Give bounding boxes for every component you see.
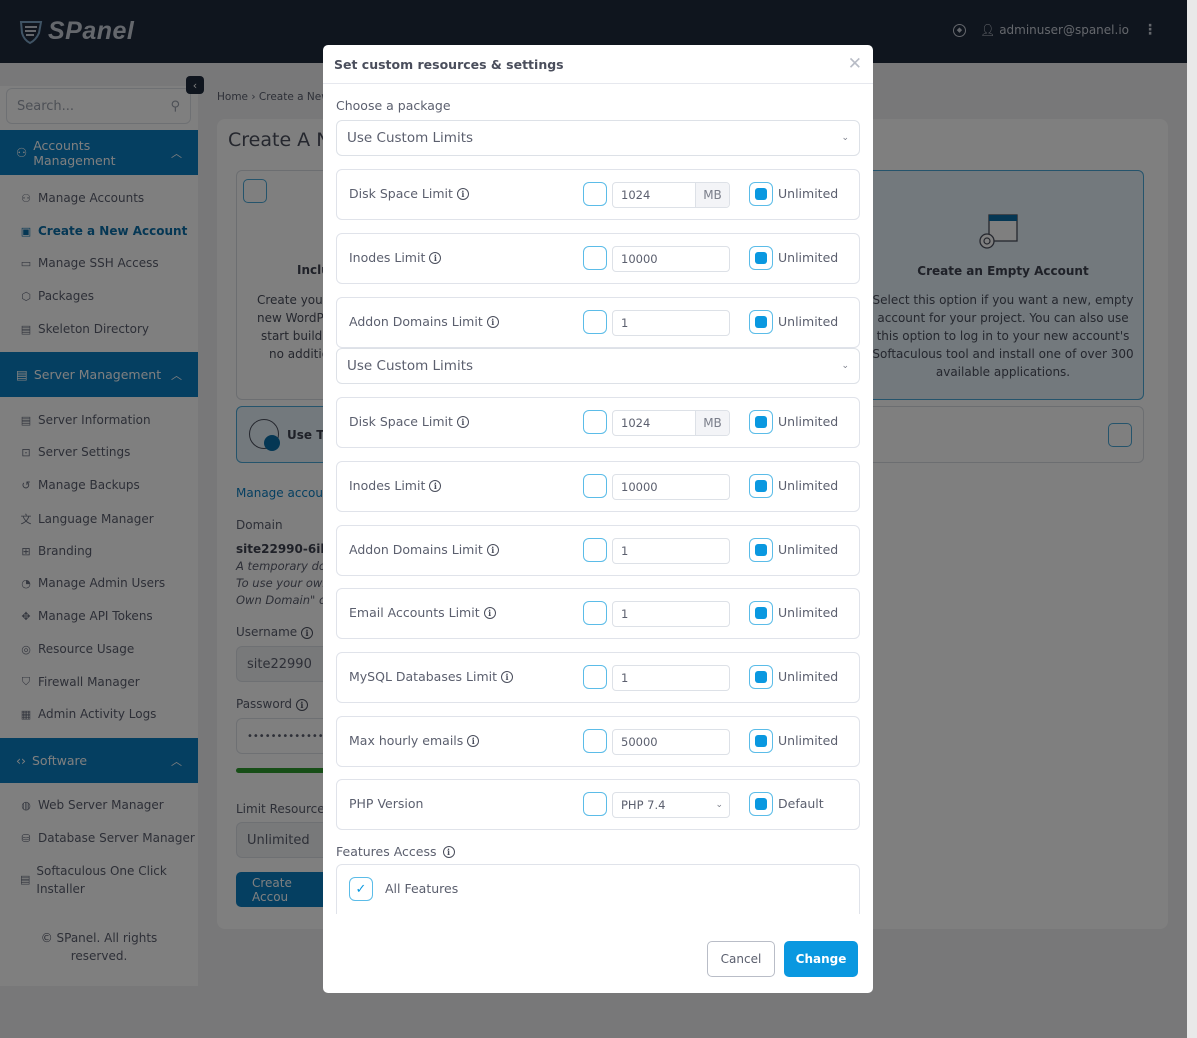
info-icon[interactable]: i: [429, 251, 442, 264]
info-icon[interactable]: i: [456, 415, 469, 428]
unlimited-label: Unlimited: [778, 414, 839, 429]
change-button[interactable]: Change: [784, 941, 858, 977]
info-icon[interactable]: i: [483, 606, 496, 619]
limit-enable-checkbox[interactable]: [583, 601, 607, 625]
modal-header: Set custom resources & settings ✕: [323, 45, 873, 84]
unlimited-label: Unlimited: [778, 542, 839, 557]
inodes-input[interactable]: 10000: [612, 474, 730, 500]
unlimited-label: Unlimited: [778, 669, 839, 684]
page-scrollbar[interactable]: [1187, 0, 1197, 1038]
limit-row-email-accounts: Email Accounts Limit i 1 Unlimited: [336, 588, 860, 639]
info-icon[interactable]: i: [442, 845, 455, 858]
limit-enable-checkbox[interactable]: [583, 665, 607, 689]
unlimited-checkbox[interactable]: [749, 665, 773, 689]
info-icon[interactable]: i: [467, 734, 480, 747]
package-select-secondary[interactable]: Use Custom Limits ⌄: [336, 348, 860, 384]
unlimited-label: Unlimited: [778, 733, 839, 748]
chevron-down-icon: ⌄: [841, 361, 849, 371]
modal-title: Set custom resources & settings: [334, 56, 564, 72]
features-access-list: ✓ All Features: [336, 864, 860, 914]
limit-row-php-version: PHP Version PHP 7.4 ⌄ Default: [336, 779, 860, 830]
unlimited-label: Unlimited: [778, 478, 839, 493]
info-icon[interactable]: i: [456, 187, 469, 200]
checkmark-icon: ✓: [355, 881, 367, 897]
max-hourly-emails-input[interactable]: 50000: [612, 729, 730, 755]
limit-enable-checkbox[interactable]: [583, 410, 607, 434]
chevron-down-icon: ⌄: [715, 800, 723, 810]
addon-domains-input[interactable]: 1: [612, 310, 730, 336]
limit-row-disk-space: Disk Space Limit i 1024 MB Unlimited: [336, 397, 860, 448]
limit-enable-checkbox[interactable]: [583, 729, 607, 753]
default-checkbox[interactable]: [749, 792, 773, 816]
info-icon[interactable]: i: [486, 315, 499, 328]
default-label: Default: [778, 796, 824, 811]
limit-enable-checkbox[interactable]: [583, 792, 607, 816]
disk-space-input[interactable]: 1024 MB: [612, 182, 730, 208]
limit-row-disk-space: Disk Space Limit i 1024 MB Unlimited: [336, 169, 860, 220]
unlimited-checkbox[interactable]: [749, 601, 773, 625]
close-icon[interactable]: ✕: [848, 54, 862, 74]
limit-row-inodes: Inodes Limit i 10000 Unlimited: [336, 461, 860, 512]
limit-row-max-hourly-emails: Max hourly emails i 50000 Unlimited: [336, 716, 860, 767]
mysql-databases-input[interactable]: 1: [612, 665, 730, 691]
unit-label: MB: [695, 411, 729, 435]
limit-enable-checkbox[interactable]: [583, 474, 607, 498]
unlimited-label: Unlimited: [778, 250, 839, 265]
limit-row-mysql-databases: MySQL Databases Limit i 1 Unlimited: [336, 652, 860, 703]
unit-label: MB: [695, 183, 729, 207]
package-label: Choose a package: [336, 98, 451, 113]
info-icon[interactable]: i: [486, 543, 499, 556]
unlimited-checkbox[interactable]: [749, 729, 773, 753]
package-select[interactable]: Use Custom Limits ⌄: [336, 120, 860, 156]
email-accounts-input[interactable]: 1: [612, 601, 730, 627]
limit-enable-checkbox[interactable]: [583, 538, 607, 562]
unlimited-label: Unlimited: [778, 186, 839, 201]
addon-domains-input[interactable]: 1: [612, 538, 730, 564]
unlimited-label: Unlimited: [778, 605, 839, 620]
disk-space-input[interactable]: 1024 MB: [612, 410, 730, 436]
limit-enable-checkbox[interactable]: [583, 310, 607, 334]
info-icon[interactable]: i: [501, 670, 514, 683]
cancel-button[interactable]: Cancel: [707, 941, 775, 977]
all-features-checkbox[interactable]: ✓: [349, 877, 373, 901]
inodes-input[interactable]: 10000: [612, 246, 730, 272]
custom-resources-modal: Set custom resources & settings ✕ Choose…: [323, 45, 873, 993]
unlimited-checkbox[interactable]: [749, 246, 773, 270]
chevron-down-icon: ⌄: [841, 133, 849, 143]
info-icon[interactable]: i: [429, 479, 442, 492]
unlimited-checkbox[interactable]: [749, 182, 773, 206]
unlimited-checkbox[interactable]: [749, 310, 773, 334]
limit-row-addon-domains: Addon Domains Limit i 1 Unlimited: [336, 297, 860, 348]
php-version-select[interactable]: PHP 7.4 ⌄: [612, 792, 730, 818]
limit-enable-checkbox[interactable]: [583, 246, 607, 270]
unlimited-checkbox[interactable]: [749, 410, 773, 434]
unlimited-label: Unlimited: [778, 314, 839, 329]
features-access-label: Features Access i: [336, 844, 455, 859]
limit-row-addon-domains: Addon Domains Limit i 1 Unlimited: [336, 525, 860, 576]
all-features-label: All Features: [385, 881, 459, 896]
unlimited-checkbox[interactable]: [749, 538, 773, 562]
limit-row-inodes: Inodes Limit i 10000 Unlimited: [336, 233, 860, 284]
limit-enable-checkbox[interactable]: [583, 182, 607, 206]
unlimited-checkbox[interactable]: [749, 474, 773, 498]
